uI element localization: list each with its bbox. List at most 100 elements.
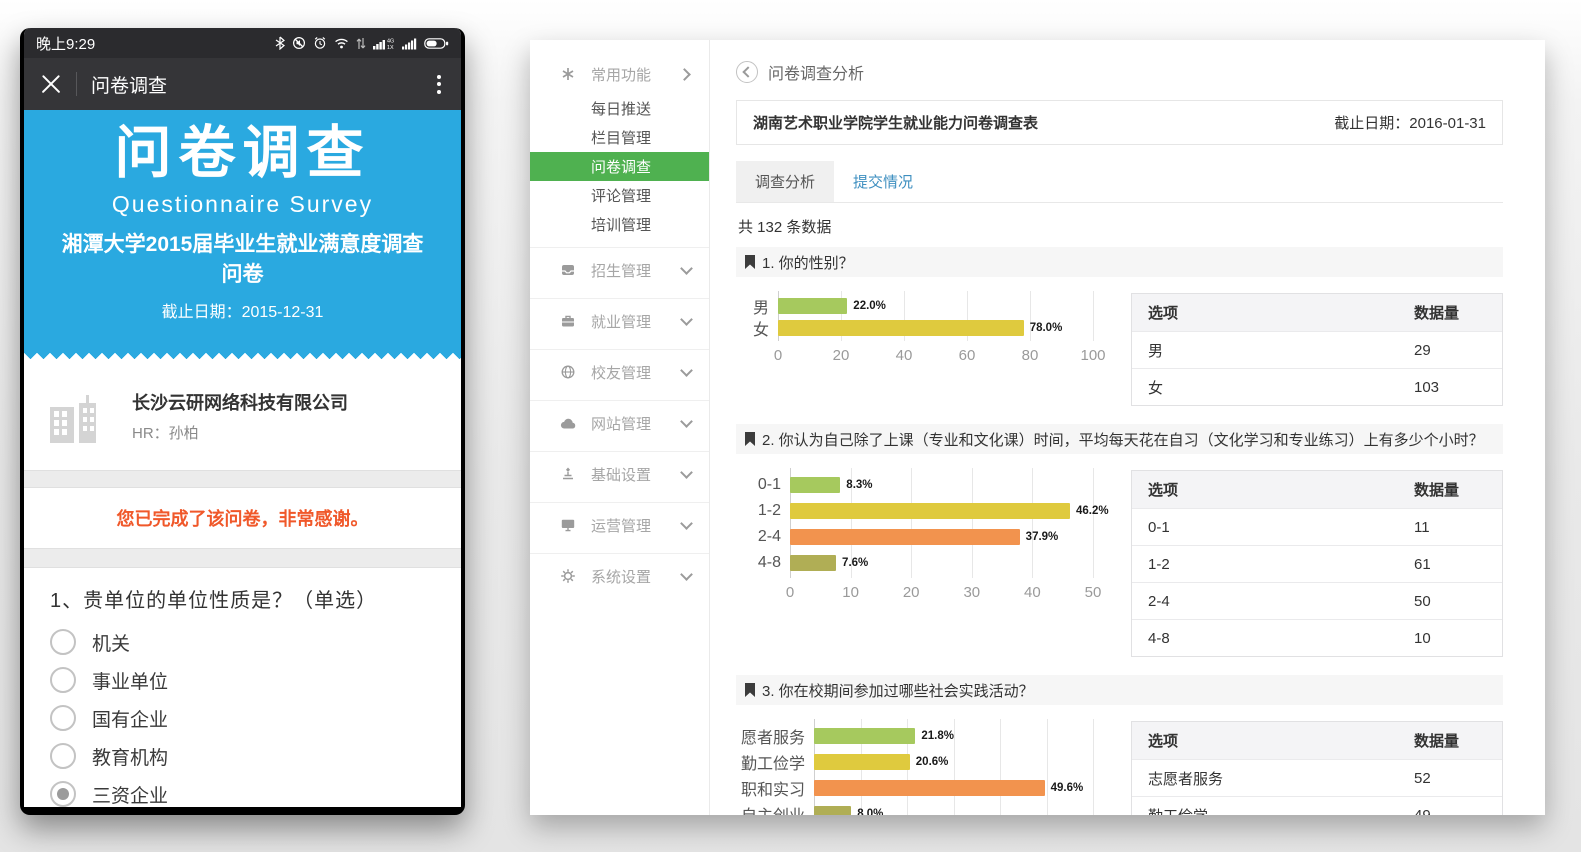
banner-logo-subtitle: Questionnaire Survey [24, 191, 461, 218]
chart-category-label: 1-2 [738, 502, 790, 520]
chevron-down-icon [680, 364, 693, 377]
chart-category-label: 2-4 [738, 528, 790, 546]
table-header-count: 数据量 [1414, 730, 1486, 751]
chart-axis-tick: 40 [896, 347, 913, 364]
radio-option-教育机构[interactable]: 教育机构 [50, 737, 435, 775]
question-header-text: 2. 你认为自己除了上课（专业和文化课）时间，平均每天花在自习（文化学习和专业练… [762, 429, 1484, 450]
chart-category-label: 4-8 [738, 554, 790, 572]
sidebar-item-label: 就业管理 [591, 311, 682, 332]
table-row: 4-810 [1132, 619, 1502, 656]
sidebar-item-basic[interactable]: 基础设置 [530, 454, 709, 494]
sidebar-item-system[interactable]: 系统设置 [530, 556, 709, 596]
sidebar-item-employment[interactable]: 就业管理 [530, 301, 709, 341]
chart-bar [778, 298, 847, 314]
chart-bar [790, 555, 836, 571]
sidebar-subitem-每日推送[interactable]: 每日推送 [530, 94, 709, 123]
sidebar-subitem-培训管理[interactable]: 培训管理 [530, 210, 709, 239]
close-icon[interactable] [40, 73, 62, 95]
tab-analysis[interactable]: 调查分析 [736, 161, 834, 202]
mobile-question-title: 1、贵单位的单位性质是？（单选） [50, 584, 435, 613]
pedestal-icon [560, 466, 577, 483]
sidebar-item-label: 运营管理 [591, 515, 682, 536]
globe-icon [560, 364, 577, 381]
sidebar-subitem-栏目管理[interactable]: 栏目管理 [530, 123, 709, 152]
sidebar-group-system: 系统设置 [530, 554, 709, 604]
sidebar-subitem-评论管理[interactable]: 评论管理 [530, 181, 709, 210]
mute-icon [292, 36, 306, 50]
radio-option-label: 三资企业 [92, 781, 168, 808]
tab-bar: 调查分析 提交情况 [736, 161, 1503, 203]
phone-status-bar: 晚上9:29 4G1X [24, 28, 461, 58]
table-header-count: 数据量 [1414, 479, 1486, 500]
company-name: 长沙云研网络科技有限公司 [132, 389, 348, 415]
chart-gridline [1093, 468, 1094, 578]
chevron-down-icon [680, 262, 693, 275]
asterisk-icon [560, 66, 577, 83]
table-header-row: 选项数据量 [1132, 722, 1502, 759]
radio-option-label: 教育机构 [92, 743, 168, 770]
question-block-2: 2. 你认为自己除了上课（专业和文化课）时间，平均每天花在自习（文化学习和专业练… [736, 424, 1503, 665]
radio-icon [50, 667, 76, 693]
chart-bar [790, 477, 840, 493]
chevron-down-icon [680, 415, 693, 428]
chevron-left-icon [742, 66, 753, 77]
table-row: 0-111 [1132, 508, 1502, 545]
sidebar-item-common[interactable]: 常用功能 [530, 54, 709, 94]
data-table: 选项数据量志愿者服务52勤工俭学49 [1131, 721, 1503, 815]
company-hr: HR：孙柏 [132, 422, 348, 443]
table-header-row: 选项数据量 [1132, 294, 1502, 331]
table-cell-option: 1-2 [1148, 556, 1414, 573]
radio-option-机关[interactable]: 机关 [50, 623, 435, 661]
back-button[interactable] [736, 61, 758, 83]
question-header-text: 3. 你在校期间参加过哪些社会实践活动？ [762, 680, 1034, 701]
chart-x-axis: 020406080100 [778, 344, 1093, 368]
wechat-navbar: 问卷调查 [24, 58, 461, 110]
chart-value-label: 7.6% [842, 557, 868, 569]
navbar-divider [76, 72, 77, 96]
sidebar-subitem-问卷调查[interactable]: 问卷调查 [530, 152, 709, 181]
monitor-icon [560, 517, 577, 534]
chart-axis-tick: 10 [842, 584, 859, 601]
table-cell-count: 52 [1414, 770, 1486, 787]
radio-option-国有企业[interactable]: 国有企业 [50, 699, 435, 737]
navbar-title: 问卷调查 [91, 71, 419, 98]
chart-row: 2-4 37.9% [738, 524, 1093, 550]
sidebar-item-operation[interactable]: 运营管理 [530, 505, 709, 545]
table-cell-count: 50 [1414, 593, 1486, 610]
chart-axis-tick: 20 [833, 347, 850, 364]
table-cell-option: 男 [1148, 340, 1414, 361]
chart-axis-tick: 0 [774, 347, 782, 364]
table-row: 2-450 [1132, 582, 1502, 619]
record-count: 共 132 条数据 [738, 216, 1503, 237]
sidebar-item-enrollment[interactable]: 招生管理 [530, 250, 709, 290]
status-icons: 4G1X [275, 36, 449, 50]
chart-bar [790, 529, 1020, 545]
radio-icon [50, 743, 76, 769]
chart-value-label: 49.6% [1051, 782, 1084, 794]
sidebar-item-website[interactable]: 网站管理 [530, 403, 709, 443]
sidebar-item-alumni[interactable]: 校友管理 [530, 352, 709, 392]
chart-value-label: 37.9% [1026, 531, 1059, 543]
gear-icon [560, 568, 577, 585]
chart-bar [814, 728, 915, 744]
tab-submissions[interactable]: 提交情况 [834, 161, 932, 202]
chart-category-label: 自主创业 [738, 802, 814, 815]
question-body: 男22.0%女78.0%020406080100选项数据量男29女103 [736, 277, 1503, 414]
table-cell-count: 49 [1414, 807, 1486, 816]
table-cell-option: 4-8 [1148, 630, 1414, 647]
sidebar-item-label: 系统设置 [591, 566, 682, 587]
radio-selected-icon [50, 781, 76, 807]
radio-option-三资企业[interactable]: 三资企业 [50, 775, 435, 807]
radio-option-事业单位[interactable]: 事业单位 [50, 661, 435, 699]
chart-row: 女78.0% [738, 317, 1093, 339]
data-table: 选项数据量男29女103 [1131, 293, 1503, 406]
sidebar-groups: 常用功能每日推送栏目管理问卷调查评论管理培训管理招生管理就业管理校友管理网站管理… [530, 52, 709, 604]
survey-banner: 问卷调查 Questionnaire Survey 湘潭大学2015届毕业生就业… [24, 110, 461, 362]
briefcase-icon [560, 313, 577, 330]
more-menu-icon[interactable] [433, 71, 445, 98]
sidebar-item-label: 招生管理 [591, 260, 682, 281]
chart-category-label: 男 [738, 294, 778, 318]
company-card: 长沙云研网络科技有限公司 HR：孙柏 [24, 362, 461, 470]
table-header-option: 选项 [1148, 730, 1414, 751]
bar-chart: 0-18.3%1-246.2%2-437.9%4-87.6%0102030405… [738, 468, 1093, 657]
